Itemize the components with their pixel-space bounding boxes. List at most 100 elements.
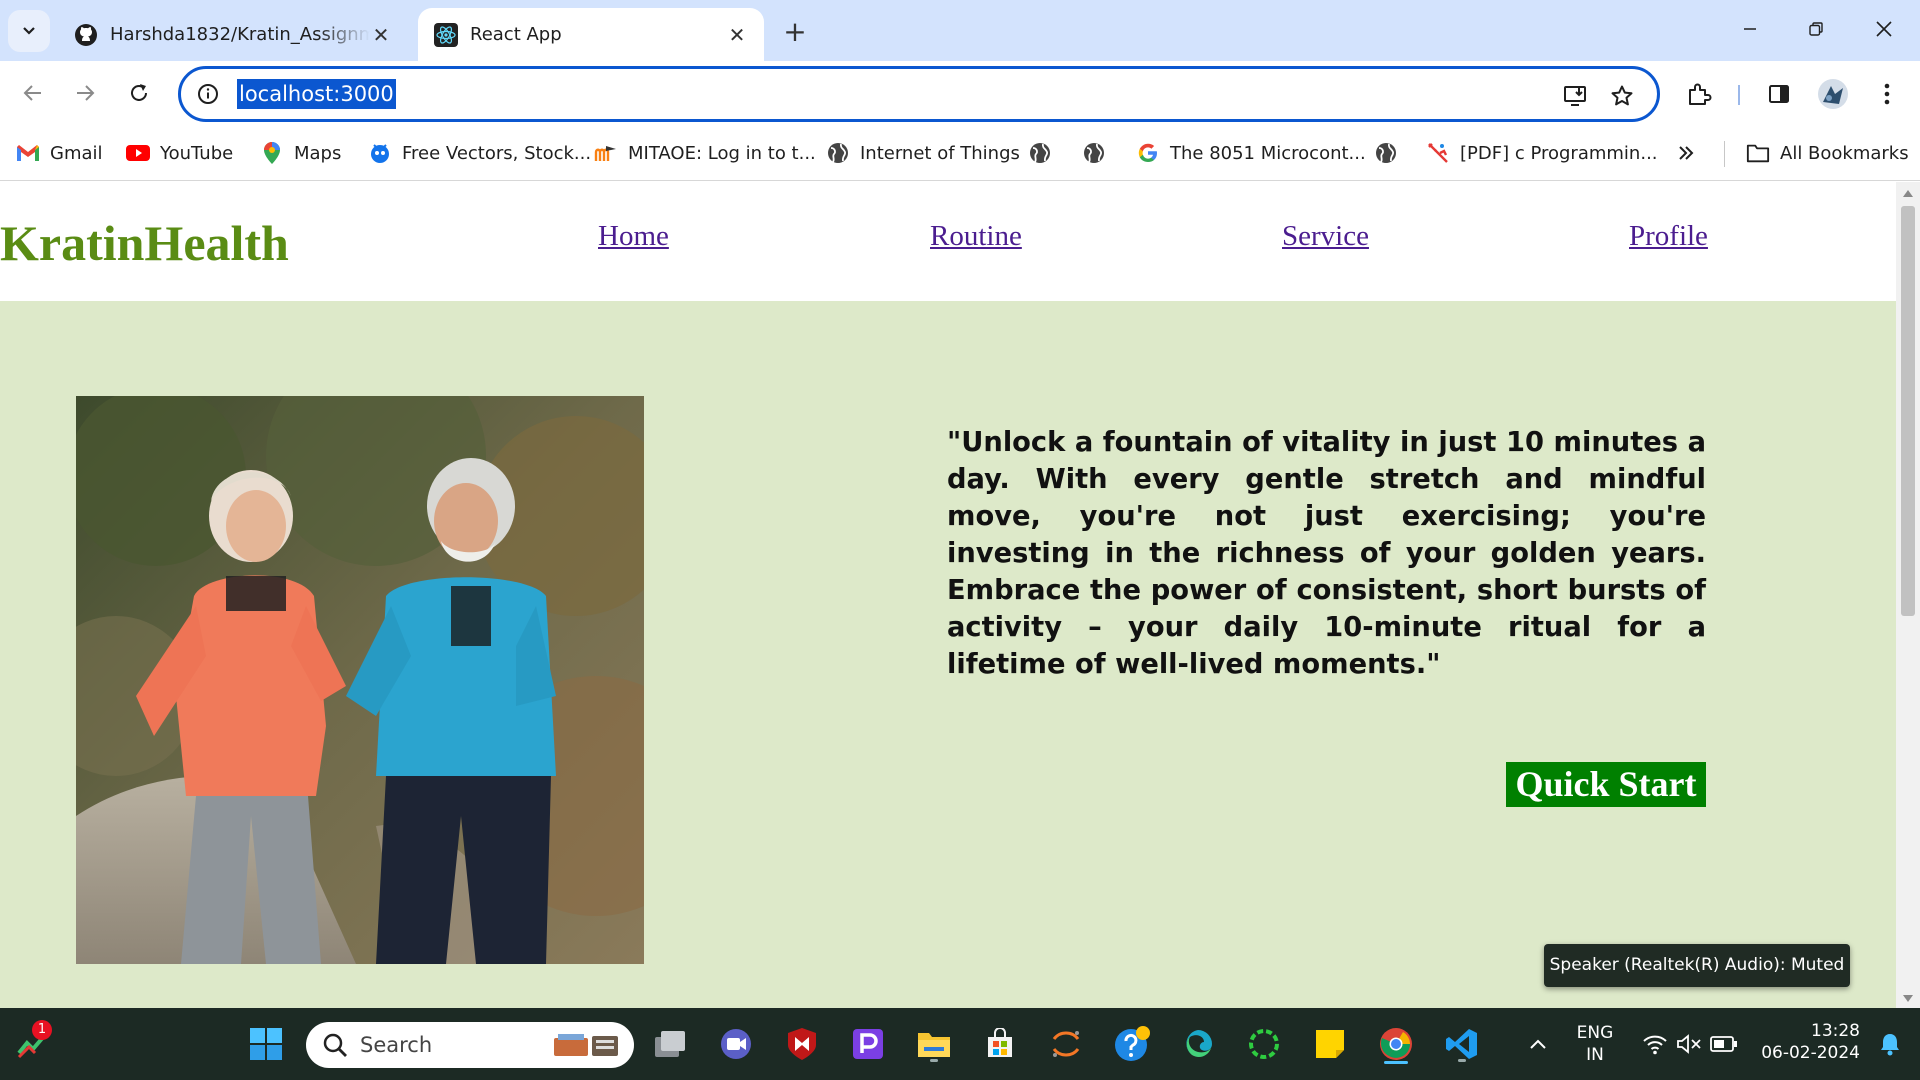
reload-icon (131, 84, 147, 101)
taskbar-chrome[interactable] (1374, 1022, 1418, 1066)
freepik-icon (368, 141, 392, 165)
taskbar-task-view[interactable] (648, 1022, 692, 1066)
nav-link-routine[interactable]: Routine (930, 220, 1022, 253)
bookmark-label: The 8051 Microcont... (1170, 142, 1366, 164)
taskbar-file-explorer[interactable] (912, 1022, 956, 1066)
profile-avatar[interactable] (1814, 75, 1852, 113)
browser-menu-icon[interactable] (1868, 75, 1906, 113)
reload-button[interactable] (118, 72, 160, 114)
scrollbar-thumb[interactable] (1901, 206, 1915, 616)
battery-icon (1710, 1036, 1737, 1052)
url-text[interactable]: localhost:3000 (237, 79, 396, 109)
taskbar-ms-store[interactable] (978, 1022, 1022, 1066)
notification-badge: 1 (32, 1020, 52, 1040)
tab-search-button[interactable] (8, 10, 50, 52)
scroll-up-arrow-icon[interactable] (1903, 190, 1913, 197)
notifications-button[interactable] (1870, 1022, 1910, 1066)
search-placeholder: Search (360, 1033, 433, 1057)
extensions-icon[interactable] (1680, 75, 1718, 113)
taskbar-app-ring[interactable] (1242, 1022, 1286, 1066)
page-scrollbar[interactable] (1896, 182, 1920, 1008)
edge-browser-icon (1186, 1030, 1212, 1058)
bookmark-label: Gmail (50, 142, 103, 164)
running-indicator (930, 1059, 938, 1062)
tab-react-app[interactable]: React App ✕ (418, 8, 764, 61)
more-bookmarks-button[interactable] (1676, 138, 1696, 168)
language-indicator[interactable]: ENG IN (1570, 1022, 1620, 1066)
bookmark-8051[interactable]: The 8051 Microcont... (1136, 138, 1366, 168)
bookmark-gmail[interactable]: Gmail (16, 138, 103, 168)
taskbar-jupyter[interactable] (1044, 1022, 1088, 1066)
taskbar-help[interactable] (1110, 1022, 1154, 1066)
nav-link-profile[interactable]: Profile (1629, 220, 1708, 253)
nav-link-service[interactable]: Service (1282, 220, 1369, 253)
arrow-right-icon (77, 85, 95, 101)
taskbar-vscode[interactable] (1440, 1022, 1484, 1066)
bookmark-untitled-2[interactable] (1082, 138, 1116, 168)
taskbar-widgets-button[interactable]: 1 (12, 1020, 56, 1066)
side-panel-icon[interactable] (1760, 75, 1798, 113)
browser-toolbar: localhost:3000 (0, 61, 1920, 127)
restore-button[interactable] (1786, 6, 1846, 52)
back-button[interactable] (12, 72, 54, 114)
taskbar-meet[interactable] (714, 1022, 758, 1066)
speaker-muted-icon (1677, 1034, 1701, 1054)
close-tab-icon[interactable]: ✕ (370, 23, 392, 47)
show-hidden-icons-button[interactable] (1518, 1022, 1558, 1066)
chevron-down-icon (23, 27, 35, 35)
taskbar-search-box[interactable]: Search (306, 1022, 634, 1068)
site-info-icon[interactable] (195, 81, 221, 107)
clock[interactable]: 13:28 06-02-2024 (1756, 1020, 1860, 1064)
quick-start-button[interactable]: Quick Start (1506, 762, 1706, 807)
globe-icon (826, 141, 850, 165)
start-button[interactable] (244, 1022, 288, 1066)
folder-icon (1746, 141, 1770, 165)
bookmark-mitaoe[interactable]: MITAOE: Log in to t... (594, 138, 816, 168)
site-logo-text[interactable]: KratinHealth (0, 214, 289, 272)
bookmark-c-programming[interactable]: [PDF] c Programmin... (1426, 138, 1658, 168)
language-code: ENG (1576, 1023, 1614, 1043)
bookmark-label: [PDF] c Programmin... (1460, 142, 1658, 164)
taskbar-mcafee[interactable] (780, 1022, 824, 1066)
wifi-icon (1643, 1035, 1667, 1055)
chrome-icon (1380, 1028, 1412, 1060)
bookmark-iot[interactable]: Internet of Things (826, 138, 1020, 168)
folder-icon (918, 1033, 950, 1057)
mcafee-shield-icon (788, 1028, 816, 1060)
taskbar-app-p[interactable] (846, 1022, 890, 1066)
tab-github[interactable]: Harshda1832/Kratin_Assignment ✕ (58, 8, 408, 61)
taskbar-edge[interactable] (1176, 1022, 1220, 1066)
windows-logo-icon (250, 1028, 282, 1060)
bookmark-label: Internet of Things (860, 142, 1020, 164)
p-app-icon (853, 1029, 883, 1059)
forward-button[interactable] (64, 72, 106, 114)
bookmark-untitled-1[interactable] (1028, 138, 1062, 168)
bookmarks-bar: Gmail YouTube Maps Free Vectors, Stock..… (0, 127, 1920, 181)
task-view-icon (655, 1031, 685, 1057)
store-icon (988, 1028, 1012, 1057)
bookmark-star-icon[interactable] (1607, 81, 1637, 111)
nav-link-home[interactable]: Home (598, 220, 669, 253)
minimize-button[interactable] (1720, 6, 1780, 52)
bookmark-freepik[interactable]: Free Vectors, Stock... (368, 138, 591, 168)
double-chevron-right-icon (1679, 146, 1694, 160)
bookmark-untitled-3[interactable] (1374, 138, 1408, 168)
close-window-button[interactable] (1854, 6, 1914, 52)
bookmark-youtube[interactable]: YouTube (126, 138, 233, 168)
help-question-icon (1115, 1026, 1150, 1061)
quick-settings-button[interactable] (1630, 1022, 1750, 1066)
bookmark-maps[interactable]: Maps (260, 138, 341, 168)
plus-icon: + (783, 14, 807, 48)
chevron-up-icon (1530, 1039, 1546, 1049)
close-tab-icon[interactable]: ✕ (726, 23, 748, 47)
scroll-down-arrow-icon[interactable] (1903, 995, 1913, 1002)
new-tab-button[interactable]: + (778, 14, 812, 48)
address-bar[interactable]: localhost:3000 (178, 66, 1660, 122)
taskbar-sticky-notes[interactable] (1308, 1022, 1352, 1066)
close-icon (1876, 21, 1892, 37)
install-app-icon[interactable] (1561, 81, 1591, 111)
page-viewport: KratinHealth Home Routine Service Profil… (0, 182, 1896, 1008)
youtube-icon (126, 141, 150, 165)
globe-icon (1374, 141, 1398, 165)
all-bookmarks-button[interactable]: All Bookmarks (1746, 138, 1909, 168)
